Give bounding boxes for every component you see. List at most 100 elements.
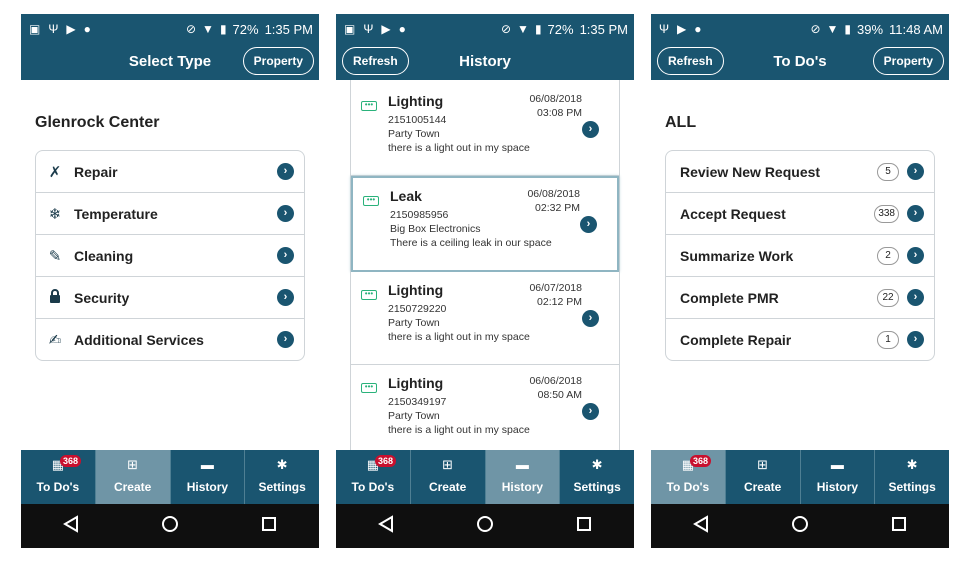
play-icon: ▶: [677, 22, 687, 36]
status-bar: ▣ Ψ ▶ ● ⊘ ▼ ▮ 72% 1:35 PM: [21, 14, 319, 44]
todo-item-summarize-work[interactable]: Summarize Work 2 ›: [666, 235, 934, 277]
recents-button[interactable]: [564, 516, 604, 537]
request-time: 03:08 PM: [537, 107, 582, 119]
request-time: 02:12 PM: [537, 296, 582, 308]
usb-icon: Ψ: [48, 22, 59, 36]
content: Glenrock Center ✗ Repair › ❄ Temperature…: [21, 80, 319, 450]
clock: 1:35 PM: [579, 21, 628, 37]
refresh-button[interactable]: Refresh: [657, 47, 724, 75]
todo-count-badge: 368: [690, 455, 712, 467]
clock: 1:35 PM: [264, 21, 313, 37]
gear-icon: ✱: [591, 457, 603, 472]
chevron-right-icon: ›: [907, 205, 924, 222]
request-time: 02:32 PM: [535, 202, 580, 214]
todo-label: Complete PMR: [680, 289, 779, 306]
menu-item-label: Repair: [74, 163, 118, 180]
tab-todos[interactable]: ▦ 368 To Do's: [336, 450, 410, 504]
dnd-icon: ⊘: [810, 22, 821, 36]
tab-history[interactable]: ▬ History: [484, 450, 560, 504]
history-item[interactable]: ••• Lighting 2151005144 Party Town there…: [351, 83, 619, 176]
ticket-icon: •••: [361, 101, 377, 111]
tab-label: History: [186, 480, 229, 494]
chevron-right-icon: ›: [907, 163, 924, 180]
recents-button[interactable]: [249, 516, 289, 537]
request-description: there is a light out in my space: [388, 331, 530, 343]
chevron-right-icon: ›: [580, 216, 597, 233]
menu-item-additional-services[interactable]: ✍ Additional Services ›: [36, 319, 304, 360]
android-icon: ●: [398, 22, 406, 36]
history-item[interactable]: ••• Leak 2150985956 Big Box Electronics …: [351, 176, 619, 272]
android-icon: ●: [83, 22, 91, 36]
property-button[interactable]: Property: [242, 47, 314, 75]
menu-item-label: Additional Services: [74, 331, 204, 348]
todo-label: Complete Repair: [680, 331, 792, 348]
recents-button[interactable]: [879, 516, 919, 537]
title-bar: To Do's Refresh Property: [651, 44, 949, 80]
tab-create[interactable]: ⊞ Create: [94, 450, 170, 504]
todo-label: Review New Request: [680, 163, 821, 180]
menu-item-repair[interactable]: ✗ Repair ›: [36, 151, 304, 193]
tab-settings[interactable]: ✱ Settings: [874, 450, 949, 504]
todo-item-accept-request[interactable]: Accept Request 338 ›: [666, 193, 934, 235]
tab-history[interactable]: ▬ History: [169, 450, 245, 504]
request-description: There is a ceiling leak in our space: [390, 237, 552, 249]
play-icon: ▶: [381, 22, 391, 36]
request-type: Lighting: [388, 93, 444, 109]
todo-count: 5: [877, 162, 899, 181]
tab-label: Settings: [888, 480, 936, 494]
android-nav-bar: [21, 504, 319, 548]
todo-count: 2: [877, 246, 899, 265]
history-item[interactable]: ••• Lighting 2150729220 Party Town there…: [351, 272, 619, 365]
todo-item-review-new-request[interactable]: Review New Request 5 ›: [666, 151, 934, 193]
tab-label: Create: [428, 480, 467, 494]
home-button[interactable]: [780, 515, 820, 538]
tab-create[interactable]: ⊞ Create: [724, 450, 800, 504]
ticket-icon: •••: [361, 383, 377, 393]
title-bar: Select Type Property: [21, 44, 319, 80]
menu-item-label: Temperature: [74, 205, 158, 222]
chevron-right-icon: ›: [277, 289, 294, 306]
tab-todos[interactable]: ▦ 368 To Do's: [21, 450, 95, 504]
wifi-icon: ▼: [826, 22, 839, 36]
history-item[interactable]: ••• Lighting 2150349197 Party Town there…: [351, 365, 619, 450]
image-icon: ▣: [29, 22, 41, 36]
tab-label: Settings: [573, 480, 621, 494]
chevron-right-icon: ›: [582, 403, 599, 420]
chevron-right-icon: ›: [907, 289, 924, 306]
image-icon: ▣: [344, 22, 356, 36]
tab-label: History: [501, 480, 544, 494]
tab-bar: ▦ 368 To Do's ⊞ Create ▬ History ✱ Setti…: [336, 450, 634, 504]
todo-item-complete-pmr[interactable]: Complete PMR 22 ›: [666, 277, 934, 319]
back-button[interactable]: [51, 514, 91, 538]
filter-heading: ALL: [665, 114, 697, 131]
property-button[interactable]: Property: [872, 47, 944, 75]
tab-create[interactable]: ⊞ Create: [409, 450, 485, 504]
tab-settings[interactable]: ✱ Settings: [559, 450, 634, 504]
back-button[interactable]: [681, 514, 721, 538]
temperature-icon: ❄: [48, 205, 62, 223]
grid-icon: ▦: [366, 457, 380, 472]
dnd-icon: ⊘: [185, 22, 197, 36]
tab-history[interactable]: ▬ History: [799, 450, 875, 504]
back-button[interactable]: [366, 514, 406, 538]
battery-level: 39%: [857, 21, 884, 37]
menu-item-cleaning[interactable]: ✎ Cleaning ›: [36, 235, 304, 277]
plus-square-icon: ⊞: [757, 457, 769, 472]
android-icon: ●: [694, 22, 702, 36]
refresh-button[interactable]: Refresh: [342, 47, 409, 75]
menu-item-temperature[interactable]: ❄ Temperature ›: [36, 193, 304, 235]
battery-icon: ▮: [844, 22, 851, 36]
home-button[interactable]: [465, 515, 505, 538]
property-heading: Glenrock Center: [35, 114, 160, 131]
menu-item-security[interactable]: Security ›: [36, 277, 304, 319]
home-button[interactable]: [150, 515, 190, 538]
request-time: 08:50 AM: [537, 389, 582, 401]
tab-settings[interactable]: ✱ Settings: [244, 450, 319, 504]
tab-bar: ▦ 368 To Do's ⊞ Create ▬ History ✱ Setti…: [651, 450, 949, 504]
tab-todos[interactable]: ▦ 368 To Do's: [651, 450, 725, 504]
chevron-right-icon: ›: [582, 121, 599, 138]
todo-item-complete-repair[interactable]: Complete Repair 1 ›: [666, 319, 934, 360]
phone-select-type: ▣ Ψ ▶ ● ⊘ ▼ ▮ 72% 1:35 PM Select Type Pr…: [21, 14, 319, 548]
chevron-right-icon: ›: [277, 331, 294, 348]
todo-count-badge: 368: [60, 455, 82, 467]
